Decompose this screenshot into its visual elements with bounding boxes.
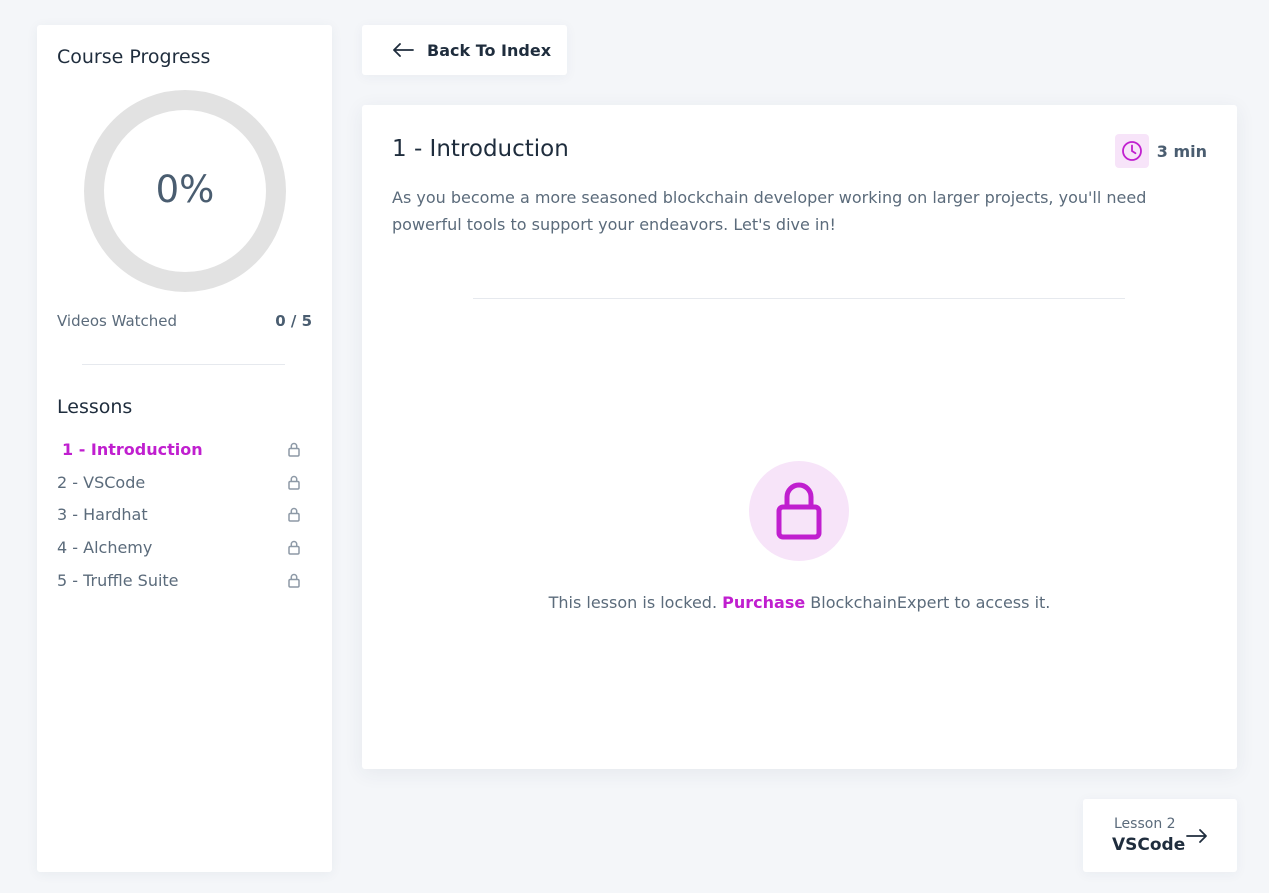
next-lesson-title: VSCode [1112, 835, 1186, 855]
lesson-item-label: 3 - Hardhat [57, 505, 148, 525]
next-lesson-caption: Lesson 2 [1114, 816, 1176, 832]
purchase-link[interactable]: Purchase [722, 593, 805, 612]
arrow-right-icon [1186, 829, 1207, 843]
lock-icon [288, 442, 300, 457]
progress-percent: 0% [155, 167, 215, 211]
lock-icon [288, 540, 300, 555]
lessons-title: Lessons [57, 396, 133, 418]
lesson-item-label: 4 - Alchemy [57, 538, 153, 558]
course-progress-title: Course Progress [57, 46, 211, 68]
back-to-index-label: Back To Index [427, 40, 552, 60]
lesson-item-label: 5 - Truffle Suite [57, 570, 179, 590]
lesson-card: 1 - Introduction 3 min As you become a m… [362, 105, 1237, 769]
lock-icon [288, 573, 300, 588]
lesson-duration: 3 min [1114, 134, 1207, 168]
card-divider [473, 298, 1125, 299]
locked-suffix: BlockchainExpert to access it. [810, 593, 1051, 612]
locked-message: This lesson is locked. Purchase Blockcha… [362, 593, 1237, 612]
lesson-item-hardhat[interactable]: 3 - Hardhat [57, 499, 312, 532]
lesson-list: 1 - Introduction 2 - VSCode 3 - Hardhat … [57, 433, 312, 597]
arrow-left-icon [393, 43, 414, 57]
clock-icon [1121, 141, 1142, 161]
lock-badge [749, 461, 849, 561]
lesson-description: As you become a more seasoned blockchain… [392, 188, 1147, 234]
videos-watched-count: 0 / 5 [275, 312, 312, 330]
lesson-item-label: 1 - Introduction [62, 439, 203, 459]
lesson-item-vscode[interactable]: 2 - VSCode [57, 466, 312, 499]
videos-watched-row: Videos Watched 0 / 5 [57, 312, 312, 330]
next-lesson-button[interactable]: Lesson 2 VSCode [1083, 799, 1237, 872]
lock-icon [288, 508, 300, 523]
course-progress-sidebar: Course Progress 0% Videos Watched 0 / 5 … [37, 25, 332, 872]
lesson-title: 1 - Introduction [392, 136, 569, 162]
lesson-duration-text: 3 min [1156, 141, 1207, 161]
lock-icon [776, 482, 822, 540]
lesson-item-introduction[interactable]: 1 - Introduction [57, 433, 312, 466]
lesson-item-label: 2 - VSCode [57, 472, 146, 492]
sidebar-divider [82, 364, 285, 365]
videos-watched-label: Videos Watched [57, 312, 178, 330]
lock-icon [288, 475, 300, 490]
locked-prefix: This lesson is locked. [548, 593, 718, 612]
clock-badge [1114, 134, 1149, 168]
lesson-item-alchemy[interactable]: 4 - Alchemy [57, 531, 312, 564]
back-to-index-button[interactable]: Back To Index [362, 25, 567, 75]
lesson-item-truffle-suite[interactable]: 5 - Truffle Suite [57, 564, 312, 597]
